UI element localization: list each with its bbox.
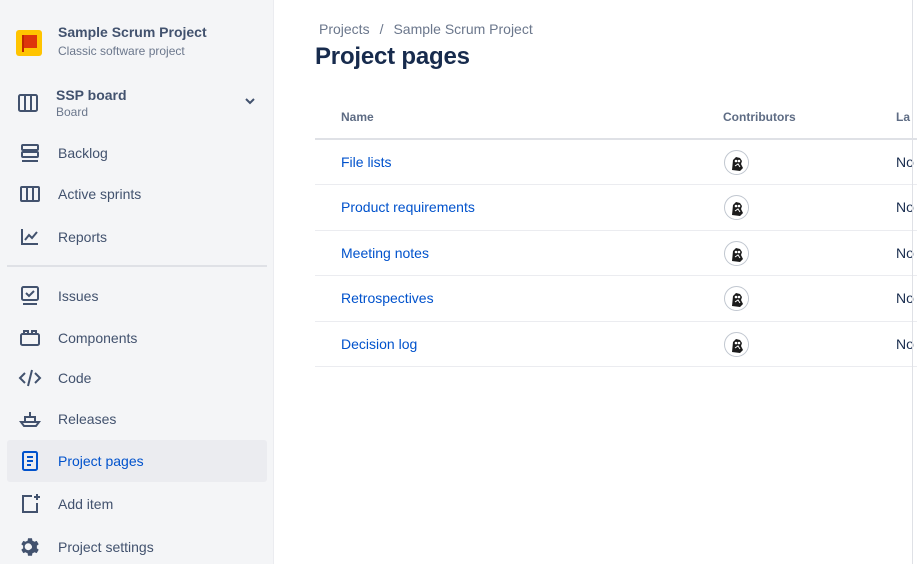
sidebar-item-components[interactable]: Components xyxy=(7,317,267,359)
contributor-avatar[interactable] xyxy=(724,195,749,221)
breadcrumb-projects[interactable]: Projects xyxy=(319,21,370,37)
components-icon xyxy=(20,330,40,346)
releases-icon xyxy=(19,412,41,427)
contributor-avatar[interactable] xyxy=(724,286,749,312)
board-selector[interactable]: SSP board Board xyxy=(16,81,266,125)
project-header[interactable]: Sample Scrum Project Classic software pr… xyxy=(16,22,207,59)
add-item-icon xyxy=(22,494,40,513)
sidebar-item-label: Add item xyxy=(58,496,114,512)
breadcrumb-separator: / xyxy=(379,21,384,37)
project-pages-icon xyxy=(22,451,38,471)
issues-icon xyxy=(21,286,39,305)
content-edge xyxy=(912,0,913,564)
column-header-last-updated[interactable]: La xyxy=(896,110,910,124)
sidebar-item-issues[interactable]: Issues xyxy=(7,275,267,317)
project-sidebar: Sample Scrum Project Classic software pr… xyxy=(0,0,274,564)
page-link[interactable]: File lists xyxy=(341,154,392,170)
sidebar-item-label: Issues xyxy=(58,288,99,304)
table-row: Decision log No xyxy=(315,322,917,367)
table-row: Meeting notes No xyxy=(315,231,917,277)
sidebar-item-active-sprints[interactable]: Active sprints xyxy=(7,173,267,215)
breadcrumb: Projects / Sample Scrum Project xyxy=(319,21,533,37)
chevron-down-icon[interactable] xyxy=(240,91,260,111)
sidebar-item-backlog[interactable]: Backlog xyxy=(7,132,267,174)
sidebar-item-label: Active sprints xyxy=(58,186,142,202)
project-avatar xyxy=(16,30,42,56)
board-name: SSP board xyxy=(56,87,127,103)
project-type: Classic software project xyxy=(58,44,185,58)
sidebar-item-label: Project pages xyxy=(58,453,144,469)
reports-icon xyxy=(21,229,38,245)
main-content: Projects / Sample Scrum Project Project … xyxy=(275,0,917,564)
sidebar-item-project-settings[interactable]: Project settings xyxy=(7,526,267,564)
contributor-avatar[interactable] xyxy=(724,240,749,266)
code-icon xyxy=(18,369,42,387)
page-link[interactable]: Decision log xyxy=(341,336,417,352)
page-link[interactable]: Retrospectives xyxy=(341,290,434,306)
sidebar-divider xyxy=(7,265,267,267)
sidebar-item-label: Project settings xyxy=(58,539,154,555)
pages-table: Name Contributors La File lists No Produ… xyxy=(315,96,917,367)
table-header: Name Contributors La xyxy=(315,96,917,140)
page-title: Project pages xyxy=(315,43,470,70)
project-name: Sample Scrum Project xyxy=(58,24,207,40)
backlog-icon xyxy=(21,144,39,162)
board-sub: Board xyxy=(56,105,89,119)
sidebar-item-label: Releases xyxy=(58,411,117,427)
column-header-name[interactable]: Name xyxy=(341,110,374,124)
active-sprints-icon xyxy=(20,186,40,202)
board-icon xyxy=(18,94,38,112)
gear-icon xyxy=(21,538,39,556)
sidebar-item-code[interactable]: Code xyxy=(7,357,267,399)
column-header-contributors: Contributors xyxy=(723,110,796,124)
sidebar-item-label: Reports xyxy=(58,229,108,245)
sidebar-item-project-pages[interactable]: Project pages xyxy=(7,440,267,482)
page-link[interactable]: Meeting notes xyxy=(341,245,429,261)
sidebar-item-releases[interactable]: Releases xyxy=(7,398,267,440)
table-row: Retrospectives No xyxy=(315,276,917,322)
contributor-avatar[interactable] xyxy=(724,331,749,357)
sidebar-item-label: Components xyxy=(58,330,138,346)
contributor-avatar[interactable] xyxy=(724,150,749,175)
sidebar-item-add-item[interactable]: Add item xyxy=(7,483,267,525)
sidebar-item-label: Backlog xyxy=(58,145,108,161)
page-link[interactable]: Product requirements xyxy=(341,199,475,215)
breadcrumb-project[interactable]: Sample Scrum Project xyxy=(393,21,532,37)
sidebar-item-label: Code xyxy=(58,370,92,386)
table-row: File lists No xyxy=(315,140,917,186)
table-row: Product requirements No xyxy=(315,185,917,231)
sidebar-item-reports[interactable]: Reports xyxy=(7,216,267,258)
